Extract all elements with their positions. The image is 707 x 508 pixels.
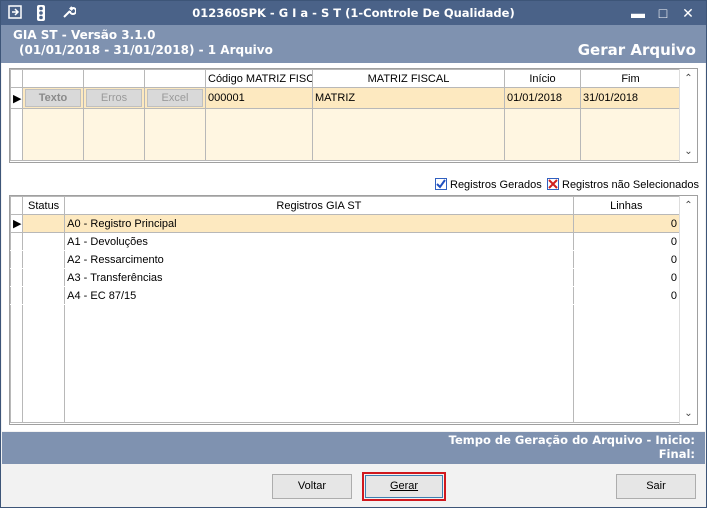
col-texto <box>22 69 84 88</box>
close-icon[interactable]: ✕ <box>677 4 699 22</box>
col-inicio[interactable]: Início <box>504 69 581 88</box>
col-linhas[interactable]: Linhas <box>572 196 681 215</box>
col-excel <box>144 69 206 88</box>
scroll-down-icon[interactable]: ⌄ <box>680 144 697 160</box>
maximize-icon[interactable]: □ <box>652 4 674 22</box>
table-row[interactable]: A3 - Transferências 0 <box>9 268 681 287</box>
files-table: Código MATRIZ FISCA MATRIZ FISCAL Início… <box>10 69 681 161</box>
cell-registro[interactable]: A4 - EC 87/15 <box>64 286 574 305</box>
minimize-icon[interactable]: ▬ <box>627 4 649 22</box>
cell-codigo[interactable]: 000001 <box>205 87 313 109</box>
x-mark-icon <box>547 178 559 190</box>
cell-registro[interactable]: A0 - Registro Principal <box>64 214 574 233</box>
checkmark-icon <box>435 178 447 190</box>
timing-end-label: Final: <box>658 447 695 461</box>
files-scrollbar[interactable]: ⌃ ⌄ <box>679 69 697 162</box>
cell-linhas[interactable]: 0 <box>572 214 681 233</box>
window-title: 012360SPK - G I a - S T (1-Controle De Q… <box>192 6 515 20</box>
cell-fim[interactable]: 31/01/2018 <box>580 87 681 109</box>
scroll-up-icon[interactable]: ⌃ <box>680 198 697 214</box>
sair-button[interactable]: Sair <box>616 474 696 499</box>
page-title: Gerar Arquivo <box>577 41 696 59</box>
gerar-label: Gerar <box>389 480 419 492</box>
col-erros <box>83 69 145 88</box>
period-label: (01/01/2018 - 31/01/2018) - 1 Arquivo <box>19 43 273 57</box>
content-area: Código MATRIZ FISCA MATRIZ FISCAL Início… <box>2 63 705 431</box>
title-bar: 012360SPK - G I a - S T (1-Controle De Q… <box>1 1 706 25</box>
gerar-button[interactable]: Gerar <box>365 475 443 498</box>
col-fim[interactable]: Fim <box>580 69 681 88</box>
table-row[interactable]: A4 - EC 87/15 0 <box>9 286 681 305</box>
texto-button[interactable]: Texto <box>25 89 81 107</box>
cell-matriz[interactable]: MATRIZ <box>312 87 505 109</box>
files-grid: Código MATRIZ FISCA MATRIZ FISCAL Início… <box>9 68 698 163</box>
cell-inicio[interactable]: 01/01/2018 <box>504 87 581 109</box>
timing-start-label: Tempo de Geração do Arquivo - Inicio: <box>448 433 695 447</box>
app-window: 012360SPK - G I a - S T (1-Controle De Q… <box>0 0 707 508</box>
cell-linhas[interactable]: 0 <box>572 250 681 269</box>
table-row[interactable]: ▶ Texto Erros Excel 000001 MATRIZ 01/01/… <box>10 87 681 109</box>
scroll-down-icon[interactable]: ⌄ <box>680 406 697 422</box>
col-registros[interactable]: Registros GIA ST <box>64 196 574 215</box>
cell-linhas[interactable]: 0 <box>572 268 681 287</box>
registros-grid: Status Registros GIA ST Linhas ▶ A0 - Re… <box>9 195 698 425</box>
cell-linhas[interactable]: 0 <box>572 286 681 305</box>
row-indicator-icon: ▶ <box>10 87 23 109</box>
version-label: GIA ST - Versão 3.1.0 <box>13 28 156 42</box>
cell-registro[interactable]: A1 - Devoluções <box>64 232 574 251</box>
header-panel: GIA ST - Versão 3.1.0 (01/01/2018 - 31/0… <box>1 25 706 63</box>
row-indicator-icon: ▶ <box>9 214 24 233</box>
excel-button[interactable]: Excel <box>147 89 203 107</box>
legend-gerados-label: Registros Gerados <box>450 179 542 191</box>
table-row[interactable]: A2 - Ressarcimento 0 <box>9 250 681 269</box>
cell-registro[interactable]: A2 - Ressarcimento <box>64 250 574 269</box>
erros-button[interactable]: Erros <box>86 89 142 107</box>
timing-panel: Tempo de Geração do Arquivo - Inicio: Fi… <box>2 432 705 464</box>
legend-gerados: Registros Gerados <box>435 178 542 194</box>
empty-row <box>9 304 681 423</box>
col-matriz-fiscal[interactable]: MATRIZ FISCAL <box>312 69 505 88</box>
legend-nao-selecionados: Registros não Selecionados <box>547 178 699 194</box>
legend-nao-selecionados-label: Registros não Selecionados <box>562 179 699 191</box>
table-row[interactable]: A1 - Devoluções 0 <box>9 232 681 251</box>
registros-scrollbar[interactable]: ⌃ ⌄ <box>679 196 697 424</box>
empty-row <box>10 108 681 161</box>
voltar-button[interactable]: Voltar <box>272 474 352 499</box>
scroll-up-icon[interactable]: ⌃ <box>680 71 697 87</box>
cell-linhas[interactable]: 0 <box>572 232 681 251</box>
registros-table: Status Registros GIA ST Linhas ▶ A0 - Re… <box>9 196 681 423</box>
col-codigo-matriz[interactable]: Código MATRIZ FISCA <box>205 69 313 88</box>
table-row[interactable]: ▶ A0 - Registro Principal 0 <box>9 214 681 233</box>
cell-registro[interactable]: A3 - Transferências <box>64 268 574 287</box>
button-bar: Voltar Gerar Sair <box>2 464 705 507</box>
col-status[interactable]: Status <box>22 196 66 215</box>
